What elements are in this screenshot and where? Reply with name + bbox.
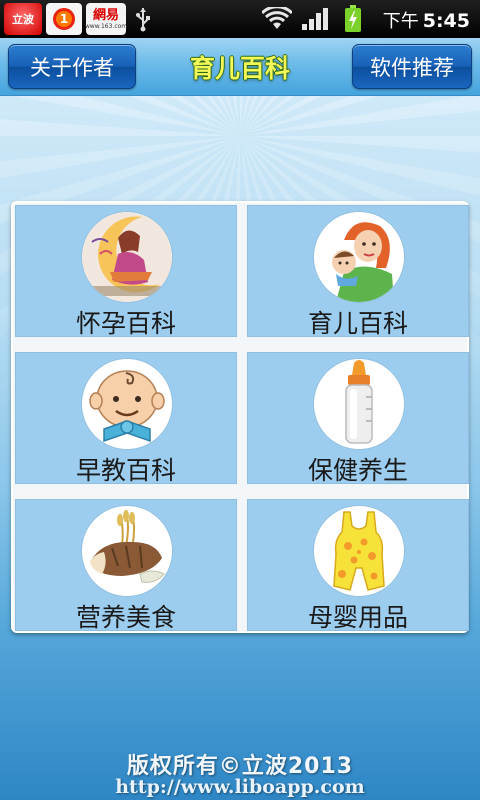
signal-icon xyxy=(300,3,330,35)
about-author-button[interactable]: 关于作者 xyxy=(8,44,136,89)
battery-charging-icon xyxy=(342,3,364,35)
netease-url: www.163.com xyxy=(84,22,128,30)
clock-time: 5:45 xyxy=(422,10,470,32)
mother-baby-icon xyxy=(314,212,404,302)
netease-icon[interactable]: 網易 www.163.com xyxy=(84,3,128,35)
grid-item-pregnancy[interactable]: 怀孕百科 xyxy=(15,205,237,338)
status-bar: 立波 1 網易 www.163.com 下午 5:45 xyxy=(0,0,480,38)
usb-icon xyxy=(132,3,154,35)
netease-label: 網易 xyxy=(92,7,119,23)
pregnancy-icon xyxy=(82,212,172,302)
baby-face-icon xyxy=(82,359,172,449)
weibo-notification-icon[interactable]: 1 xyxy=(46,3,82,35)
software-recommend-button[interactable]: 软件推荐 xyxy=(352,44,472,89)
notification-badge: 1 xyxy=(53,8,75,30)
grid-item-label: 怀孕百科 xyxy=(75,309,176,338)
bread-food-icon xyxy=(82,506,172,596)
grid-item-label: 保健养生 xyxy=(307,456,408,485)
baby-bottle-icon xyxy=(314,359,404,449)
grid-item-early-education[interactable]: 早教百科 xyxy=(15,352,237,485)
libo-app-icon[interactable]: 立波 xyxy=(4,3,42,35)
app-header: 关于作者 育儿百科 软件推荐 xyxy=(0,38,480,96)
grid-item-label: 营养美食 xyxy=(75,603,176,632)
baby-romper-icon xyxy=(314,506,404,596)
website-url: http://www.liboapp.com xyxy=(115,776,365,798)
grid-item-parenting[interactable]: 育儿百科 xyxy=(247,205,469,338)
grid-item-nutrition-food[interactable]: 营养美食 xyxy=(15,499,237,632)
wifi-icon xyxy=(262,3,292,35)
clock-period: 下午 xyxy=(382,11,419,32)
grid-item-label: 早教百科 xyxy=(75,456,176,485)
grid-item-health-care[interactable]: 保健养生 xyxy=(247,352,469,485)
grid-item-label: 母婴用品 xyxy=(307,603,408,632)
grid-item-label: 育儿百科 xyxy=(307,309,408,338)
status-clock: 下午 5:45 xyxy=(383,7,470,33)
app-title: 育儿百科 xyxy=(189,54,290,83)
grid-item-baby-products[interactable]: 母婴用品 xyxy=(247,499,469,632)
libo-app-label: 立波 xyxy=(12,13,34,26)
category-grid: 怀孕百科 育儿百科 早教百科 保健养生 营养美食 母婴用品 xyxy=(11,201,469,633)
